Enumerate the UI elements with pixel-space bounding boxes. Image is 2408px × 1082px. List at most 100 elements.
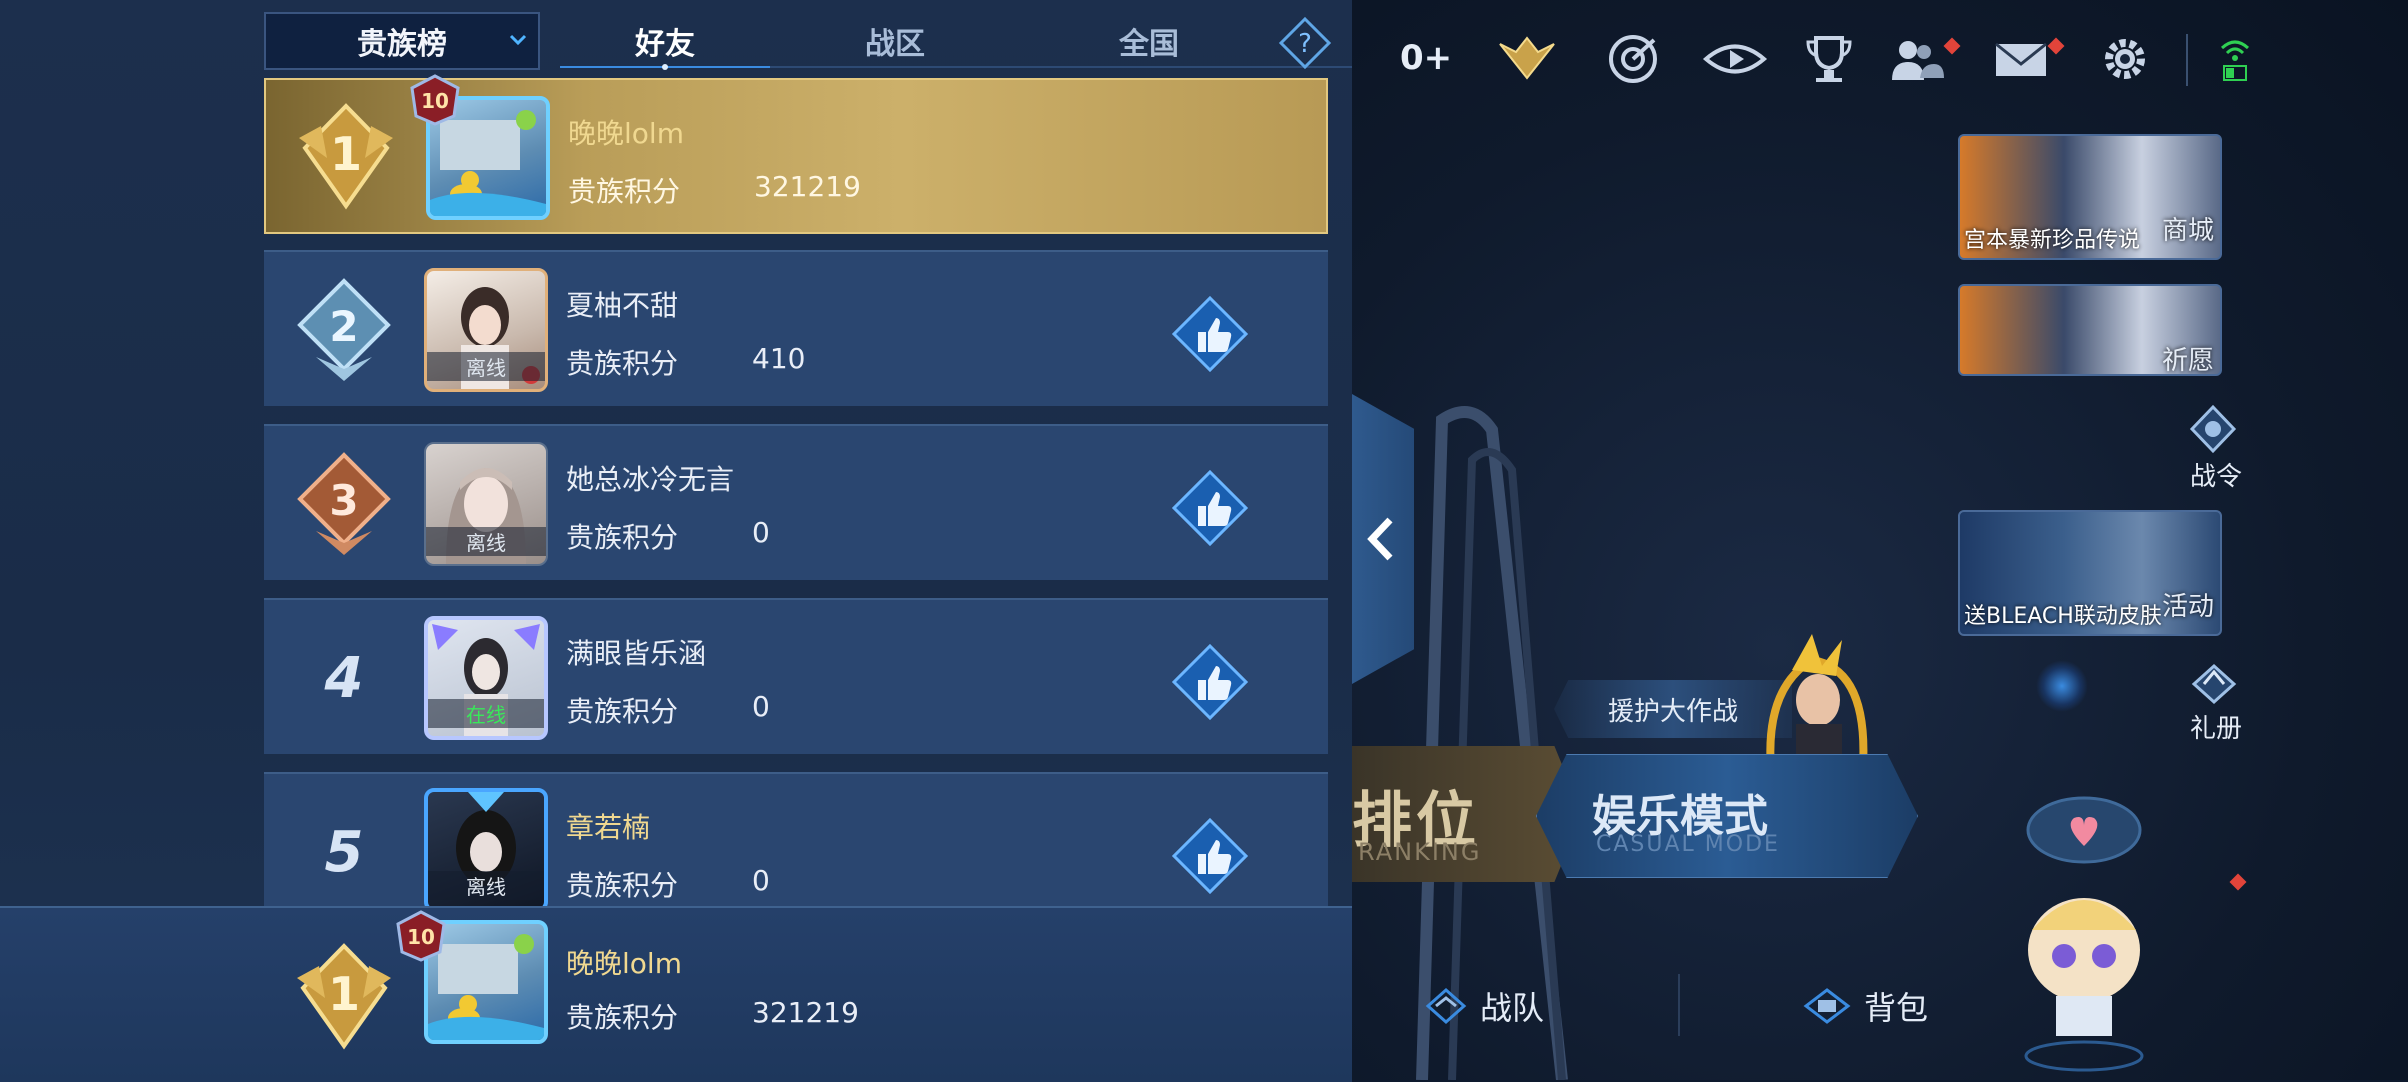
- gold-medal-icon: 1: [299, 103, 393, 210]
- tab-zone-label: 战区: [865, 27, 925, 62]
- avatar[interactable]: 离线: [424, 442, 548, 566]
- like-button[interactable]: [1172, 470, 1248, 546]
- game-lobby-area: 0+ 宫本暴新珍品传说 商城 祈愿 战令 送BLEACH联动皮肤 活动 礼册 援…: [1352, 0, 2408, 1080]
- bag-icon: [1803, 988, 1851, 1024]
- mascot[interactable]: [2012, 790, 2162, 1080]
- bronze-medal-icon: 3: [297, 452, 391, 555]
- gift-book-icon[interactable]: [2188, 662, 2240, 708]
- tab-active-indicator: [560, 64, 770, 70]
- status-badge: 在线: [428, 699, 544, 728]
- rank-medal-silver: 2: [264, 252, 424, 408]
- score-value: 0: [752, 864, 770, 897]
- promo-label: 活动: [2161, 592, 2214, 622]
- score-value: 0: [752, 516, 770, 549]
- promo-caption: 送BLEACH联动皮肤: [1964, 604, 2162, 629]
- target-icon[interactable]: [1604, 30, 1662, 88]
- friends-icon[interactable]: [1886, 30, 1944, 88]
- like-button[interactable]: [1172, 296, 1248, 372]
- glow-orb: [2036, 660, 2088, 712]
- wings-icon[interactable]: [1492, 30, 1562, 88]
- leaderboard-row[interactable]: 5 离线 章若楠 贵族积分 0: [264, 772, 1328, 906]
- promo-label: 祈愿: [2161, 346, 2214, 376]
- tab-national[interactable]: 全国: [1044, 12, 1254, 70]
- tab-zone[interactable]: 战区: [790, 12, 1000, 70]
- wifi-icon: [2220, 40, 2250, 81]
- status-badge: 离线: [428, 871, 544, 900]
- tab-national-label: 全国: [1119, 27, 1179, 62]
- score-label: 贵族积分: [566, 869, 679, 902]
- notification-dot: [2047, 37, 2065, 55]
- avatar[interactable]: 离线: [424, 788, 548, 906]
- score-label: 贵族积分: [566, 695, 679, 728]
- status-badge: 离线: [427, 352, 545, 381]
- leaderboard-panel: 贵族榜 好友 战区 全国 ? 1 10 晚晚lolm 贵族积分 321219 2…: [0, 0, 1530, 1082]
- rank-medal-bronze: 3: [264, 426, 424, 582]
- leaderboard-row[interactable]: 4 在线 满眼皆乐涵 贵族积分 0: [264, 598, 1328, 754]
- svg-text:1: 1: [328, 967, 360, 1021]
- mail-icon[interactable]: [1992, 30, 2050, 88]
- like-button[interactable]: [1172, 818, 1248, 894]
- promo-event[interactable]: 送BLEACH联动皮肤 活动: [1958, 510, 2222, 636]
- gear-icon[interactable]: [2096, 30, 2154, 88]
- leaderboard-type-dropdown[interactable]: 贵族榜: [264, 12, 540, 70]
- avatar[interactable]: 在线: [424, 616, 548, 740]
- score-label: 贵族积分: [566, 521, 679, 554]
- svg-text:10: 10: [407, 925, 435, 949]
- chevron-left-icon: [1367, 517, 1393, 561]
- tab-friends[interactable]: 好友: [560, 12, 770, 70]
- promo-caption: 宫本暴新珍品传说: [1964, 228, 2141, 253]
- player-name: 晚晚lolm: [568, 117, 684, 150]
- svg-text:3: 3: [329, 476, 358, 525]
- gift-book-label: 礼册: [2190, 714, 2243, 744]
- rank-number: 5: [264, 774, 424, 906]
- bag-label: 背包: [1864, 989, 1929, 1027]
- rank-number-text: 5: [324, 819, 364, 885]
- avatar[interactable]: 离线: [424, 268, 548, 392]
- score-label: 贵族积分: [566, 1001, 679, 1034]
- score-value: 410: [752, 342, 806, 375]
- chevron-down-icon: [509, 34, 527, 46]
- collapse-panel-button[interactable]: [1352, 394, 1414, 684]
- nav-divider: [1678, 974, 1680, 1036]
- leaderboard-row[interactable]: 2 离线 夏柚不甜 贵族积分 410: [264, 250, 1328, 406]
- score-label: 贵族积分: [566, 347, 679, 380]
- divider: [2186, 34, 2188, 86]
- score-value: 321219: [752, 996, 859, 1029]
- battle-pass-icon[interactable]: [2188, 404, 2238, 454]
- currency-counter[interactable]: 0+: [1400, 38, 1452, 78]
- leaderboard-row[interactable]: 1 10 晚晚lolm 贵族积分 321219: [264, 74, 1328, 236]
- score-value: 321219: [754, 170, 861, 203]
- noble-level-badge: 10: [396, 910, 446, 962]
- tab-friends-label: 好友: [635, 27, 695, 62]
- bag-button[interactable]: 背包: [1802, 976, 1928, 1036]
- leaderboard-row[interactable]: 3 离线 她总冰冷无言 贵族积分 0: [264, 424, 1328, 580]
- player-name: 她总冰冷无言: [566, 463, 735, 496]
- rank-mode-sublabel: RANKING: [1358, 838, 1482, 866]
- svg-text:1: 1: [330, 127, 362, 181]
- notification-dot: [2229, 873, 2247, 891]
- svg-text:10: 10: [421, 89, 449, 113]
- rank-number-text: 4: [324, 645, 364, 711]
- battle-pass-label: 战令: [2190, 462, 2243, 492]
- player-name: 晚晚lolm: [566, 947, 682, 980]
- trophy-icon[interactable]: [1800, 30, 1858, 88]
- team-label: 战队: [1480, 989, 1545, 1027]
- eye-icon[interactable]: [1702, 30, 1768, 88]
- promo-shop[interactable]: 宫本暴新珍品传说 商城: [1958, 134, 2222, 260]
- score-value: 0: [752, 690, 770, 723]
- dropdown-label: 贵族榜: [357, 27, 447, 62]
- gold-medal-icon: 1: [297, 943, 391, 1050]
- player-name: 章若楠: [566, 811, 651, 844]
- rank-medal-gold: 1: [266, 80, 426, 236]
- player-name: 夏柚不甜: [566, 289, 679, 322]
- promo-wish[interactable]: 祈愿: [1958, 284, 2222, 376]
- status-badge: 离线: [426, 527, 546, 556]
- team-button[interactable]: 战队: [1424, 976, 1544, 1036]
- player-name: 满眼皆乐涵: [566, 637, 707, 670]
- help-icon[interactable]: ?: [1278, 16, 1332, 70]
- notification-dot: [1943, 37, 1961, 55]
- noble-level-badge: 10: [410, 74, 460, 126]
- promo-label: 商城: [2161, 216, 2214, 246]
- silver-medal-icon: 2: [297, 278, 391, 381]
- like-button[interactable]: [1172, 644, 1248, 720]
